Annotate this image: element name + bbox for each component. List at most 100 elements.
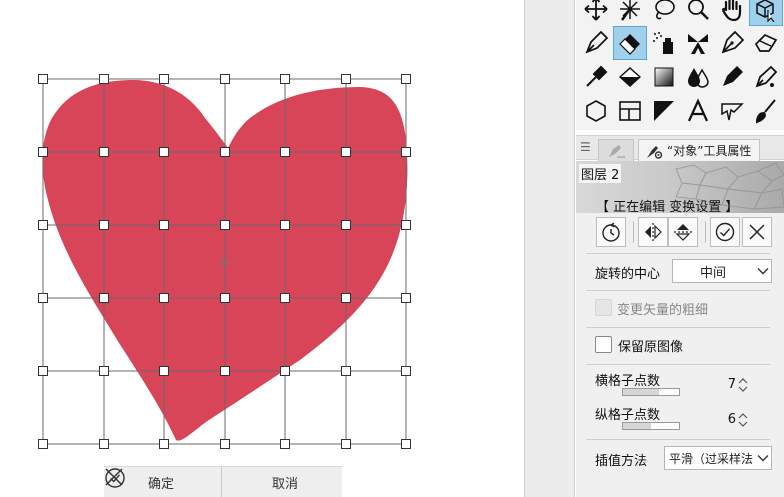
mesh-control-point[interactable] (341, 293, 351, 303)
speech-balloon-icon[interactable] (715, 94, 749, 128)
mesh-control-point[interactable] (38, 439, 48, 449)
mesh-control-point[interactable] (280, 293, 290, 303)
layer-name: 图层 2 (579, 164, 622, 183)
blend-drops-icon[interactable] (681, 60, 715, 94)
h-grid-spinner-icon[interactable] (738, 377, 748, 393)
mesh-control-point[interactable] (341, 366, 351, 376)
keep-original-label: 保留原图像 (618, 340, 684, 355)
mesh-control-point[interactable] (341, 439, 351, 449)
canvas[interactable]: 确定 取消 (0, 0, 524, 497)
v-grid-spinner-icon[interactable] (738, 412, 748, 428)
flip-horizontal-button[interactable] (638, 217, 668, 247)
divider (586, 290, 770, 291)
object-select-icon[interactable] (749, 0, 783, 26)
fountain-pen-icon[interactable] (715, 26, 749, 60)
mesh-control-point[interactable] (159, 439, 169, 449)
mesh-control-point[interactable] (159, 147, 169, 157)
cancel-button[interactable]: 取消 (105, 467, 342, 497)
mesh-control-point[interactable] (159, 293, 169, 303)
panel-gutter (524, 0, 575, 497)
mesh-control-point[interactable] (38, 293, 48, 303)
eraser-icon[interactable] (613, 26, 647, 60)
mesh-control-point[interactable] (341, 220, 351, 230)
v-grid-points-slider[interactable] (622, 422, 680, 430)
cancel-transform-button[interactable] (742, 217, 772, 247)
mesh-control-point[interactable] (159, 74, 169, 84)
mesh-control-point[interactable] (341, 74, 351, 84)
rotation-center-value: 中间 (700, 265, 727, 281)
mesh-control-point[interactable] (38, 366, 48, 376)
pen-tool-icon[interactable] (749, 60, 783, 94)
vector-width-checkbox[interactable] (595, 299, 612, 316)
mesh-control-point[interactable] (99, 147, 109, 157)
rotation-center-select[interactable]: 中间 (672, 259, 772, 283)
h-grid-points-slider[interactable] (622, 388, 680, 396)
mesh-control-point[interactable] (99, 74, 109, 84)
mesh-control-point[interactable] (38, 147, 48, 157)
toolbar-separator (633, 221, 634, 243)
chevron-down-icon (755, 267, 771, 275)
airbrush-icon[interactable] (647, 26, 681, 60)
tab-tool-settings[interactable] (598, 139, 634, 161)
ribbon-icon[interactable] (681, 26, 715, 60)
tab-object-properties[interactable]: “对象”工具属性 (638, 139, 760, 161)
mesh-control-point[interactable] (99, 439, 109, 449)
mesh-control-point[interactable] (401, 293, 411, 303)
mesh-control-point[interactable] (341, 147, 351, 157)
v-grid-points-label: 纵格子点数 (595, 408, 661, 423)
divider (586, 253, 770, 254)
interpolation-label: 插值方法 (595, 454, 648, 469)
calligraphy-pen-icon[interactable] (715, 60, 749, 94)
mesh-control-point[interactable] (220, 220, 230, 230)
panel-menu-icon[interactable]: ☰ (580, 140, 591, 154)
mesh-control-point[interactable] (401, 74, 411, 84)
mesh-control-point[interactable] (401, 439, 411, 449)
gradient-icon[interactable] (647, 60, 681, 94)
mesh-control-point[interactable] (280, 366, 290, 376)
ruler-icon[interactable] (647, 94, 681, 128)
zoom-icon[interactable] (681, 0, 715, 26)
mesh-control-point[interactable] (159, 366, 169, 376)
lasso-icon[interactable] (647, 0, 681, 26)
polygon-icon[interactable] (579, 94, 613, 128)
eyedropper-icon[interactable] (579, 60, 613, 94)
mesh-control-point[interactable] (401, 220, 411, 230)
apply-transform-button[interactable] (710, 217, 740, 247)
close-icon (105, 468, 123, 486)
mesh-control-point[interactable] (280, 220, 290, 230)
fill-bucket-icon[interactable] (613, 60, 647, 94)
move-icon[interactable] (579, 0, 613, 26)
mesh-control-point[interactable] (401, 147, 411, 157)
sparkle-icon[interactable] (613, 0, 647, 26)
interpolation-select[interactable]: 平滑（过采样法 (664, 446, 772, 470)
close-icon (749, 224, 765, 240)
mesh-control-point[interactable] (38, 74, 48, 84)
mesh-control-point[interactable] (38, 220, 48, 230)
pen-nib-icon[interactable] (579, 26, 613, 60)
mesh-control-point[interactable] (220, 74, 230, 84)
flip-vertical-button[interactable] (668, 217, 698, 247)
mesh-control-point[interactable] (280, 439, 290, 449)
text-tool-icon[interactable] (681, 94, 715, 128)
brush-icon[interactable] (749, 94, 783, 128)
frame-layout-icon[interactable] (613, 94, 647, 128)
tool-gear-icon (647, 145, 663, 159)
mesh-control-point[interactable] (159, 220, 169, 230)
interpolation-value: 平滑（过采样法 (669, 451, 754, 466)
mesh-control-point[interactable] (220, 366, 230, 376)
mesh-control-point[interactable] (220, 293, 230, 303)
mesh-control-point[interactable] (220, 147, 230, 157)
toolbar-separator (705, 221, 706, 243)
keep-original-checkbox[interactable] (595, 336, 612, 353)
soft-eraser-icon[interactable] (749, 26, 783, 60)
rotate-reset-button[interactable] (596, 217, 626, 247)
mesh-control-point[interactable] (99, 220, 109, 230)
canvas-drawing[interactable] (0, 0, 524, 497)
mesh-control-point[interactable] (99, 366, 109, 376)
mesh-control-point[interactable] (99, 293, 109, 303)
mesh-control-point[interactable] (220, 439, 230, 449)
mesh-control-point[interactable] (280, 74, 290, 84)
mesh-control-point[interactable] (401, 366, 411, 376)
mesh-control-point[interactable] (280, 147, 290, 157)
hand-icon[interactable] (715, 0, 749, 26)
